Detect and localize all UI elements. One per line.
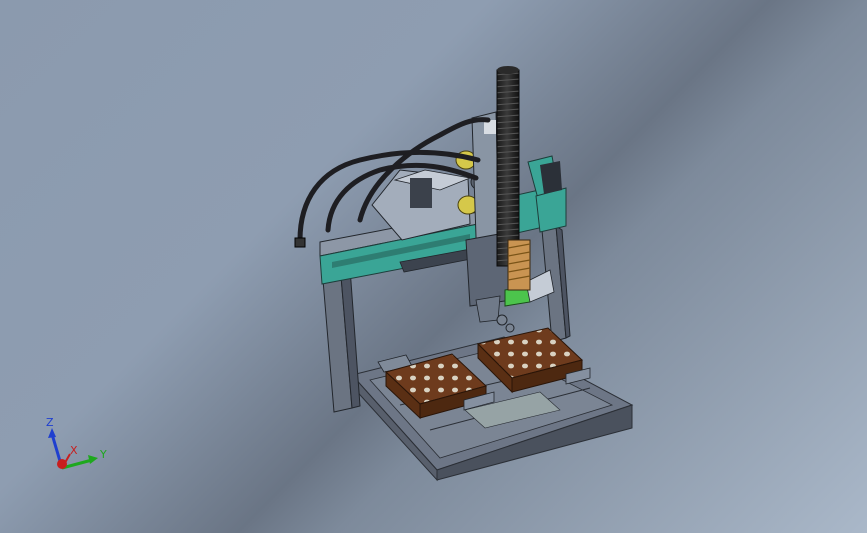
orientation-triad: Z X Y xyxy=(46,416,107,470)
z-axis-label: Z xyxy=(46,416,54,429)
y-axis-label: Y xyxy=(99,448,107,461)
left-post xyxy=(321,263,361,413)
triad-origin xyxy=(57,459,67,469)
cad-model-scene[interactable] xyxy=(0,0,867,533)
hose-fitting xyxy=(294,237,306,248)
lead-screw xyxy=(496,66,531,291)
x-axis-label: X xyxy=(70,444,78,457)
graphics-viewport[interactable]: Z X Y xyxy=(0,0,867,533)
